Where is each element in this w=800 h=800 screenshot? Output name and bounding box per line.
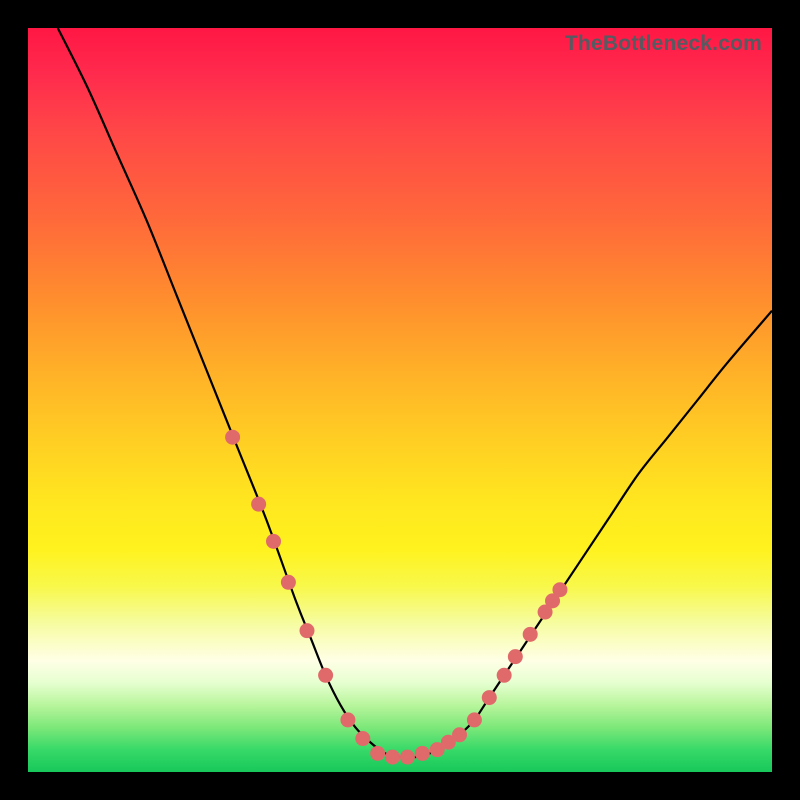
curve-marker <box>370 746 385 761</box>
curve-marker <box>430 742 445 757</box>
curve-marker <box>482 690 497 705</box>
curve-marker <box>523 627 538 642</box>
curve-marker <box>400 750 415 765</box>
curve-markers <box>225 430 567 765</box>
curve-marker <box>266 534 281 549</box>
curve-marker <box>497 668 512 683</box>
curve-marker <box>538 605 553 620</box>
curve-marker <box>251 497 266 512</box>
attribution-label: TheBottleneck.com <box>565 32 762 56</box>
curve-marker <box>508 649 523 664</box>
curve-marker <box>552 582 567 597</box>
curve-marker <box>318 668 333 683</box>
curve-marker <box>225 430 240 445</box>
bottleneck-curve <box>58 28 772 758</box>
curve-marker <box>385 750 400 765</box>
plot-area: TheBottleneck.com <box>28 28 772 772</box>
curve-marker <box>415 746 430 761</box>
chart-frame: TheBottleneck.com <box>0 0 800 800</box>
curve-layer <box>28 28 772 772</box>
curve-marker <box>355 731 370 746</box>
curve-marker <box>340 712 355 727</box>
curve-marker <box>467 712 482 727</box>
curve-marker <box>452 727 467 742</box>
curve-marker <box>441 735 456 750</box>
curve-marker <box>281 575 296 590</box>
curve-marker <box>545 593 560 608</box>
curve-marker <box>300 623 315 638</box>
